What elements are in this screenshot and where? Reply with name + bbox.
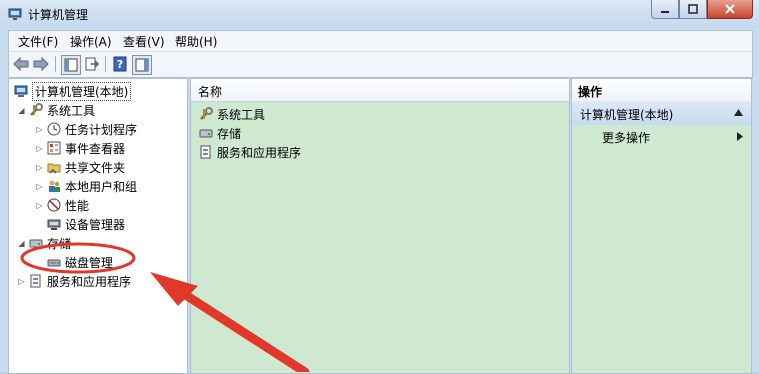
help-button[interactable]: ? bbox=[111, 55, 129, 73]
expand-arrow-icon[interactable]: ▷ bbox=[17, 277, 26, 286]
list-item-label: 服务和应用程序 bbox=[217, 145, 302, 160]
export-list-icon bbox=[85, 57, 99, 71]
list-item-services-applications[interactable]: 服务和应用程序 bbox=[198, 143, 301, 161]
disk-management-icon bbox=[46, 254, 62, 270]
forward-arrow-icon bbox=[33, 57, 49, 71]
collapse-arrow-icon[interactable]: ◢ bbox=[17, 239, 26, 248]
collapse-up-icon[interactable] bbox=[734, 109, 743, 116]
menu-action[interactable]: 操作(A) bbox=[70, 33, 112, 50]
expand-arrow-icon[interactable]: ▷ bbox=[35, 144, 44, 153]
maximize-icon bbox=[688, 4, 698, 14]
event-viewer-icon bbox=[46, 140, 62, 156]
performance-icon bbox=[46, 197, 62, 213]
minimize-icon bbox=[661, 11, 669, 13]
actions-header-label: 操作 bbox=[578, 85, 603, 99]
tree-item-label: 事件查看器 bbox=[65, 141, 126, 156]
actions-pane: 操作 计算机管理(本地) 更多操作 bbox=[571, 78, 752, 374]
clock-icon bbox=[46, 121, 62, 137]
tree-item-label: 计算机管理(本地) bbox=[32, 81, 132, 101]
tree-item-storage[interactable]: ◢ 存储 bbox=[17, 234, 71, 252]
column-header-label: 名称 bbox=[198, 85, 223, 99]
more-actions-label: 更多操作 bbox=[602, 131, 651, 145]
services-icon bbox=[198, 144, 214, 160]
maximize-button[interactable] bbox=[679, 0, 707, 19]
tree-item-root[interactable]: 计算机管理(本地) bbox=[11, 81, 132, 101]
list-item-label: 存储 bbox=[217, 126, 242, 141]
device-manager-icon bbox=[46, 216, 62, 232]
close-button[interactable] bbox=[707, 0, 753, 19]
show-hide-action-pane-button[interactable] bbox=[132, 55, 152, 75]
tree-item-system-tools[interactable]: ◢ 系统工具 bbox=[17, 101, 95, 119]
toolbar: ? bbox=[8, 51, 753, 78]
shared-folder-icon bbox=[46, 159, 62, 175]
expand-arrow-icon[interactable]: ▷ bbox=[35, 125, 44, 134]
tree-item-label: 设备管理器 bbox=[65, 217, 126, 232]
show-hide-tree-button[interactable] bbox=[61, 55, 81, 75]
expand-arrow-icon[interactable]: ▷ bbox=[35, 163, 44, 172]
forward-button[interactable] bbox=[32, 55, 50, 73]
title-bar[interactable]: 计算机管理 bbox=[0, 0, 759, 28]
close-icon bbox=[725, 4, 735, 14]
help-icon: ? bbox=[113, 56, 127, 72]
tree-item-label: 存储 bbox=[47, 236, 72, 251]
console-tree: 计算机管理(本地) ◢ 系统工具 ▷ 任务计划程序 ▷ 事件查看器 ▷ 共享文件… bbox=[8, 78, 188, 374]
tree-item-event-viewer[interactable]: ▷ 事件查看器 bbox=[35, 139, 125, 157]
tree-item-services-applications[interactable]: ▷ 服务和应用程序 bbox=[17, 272, 131, 290]
tree-item-label: 任务计划程序 bbox=[65, 122, 138, 137]
collapse-arrow-icon[interactable]: ◢ bbox=[17, 106, 26, 115]
menu-help[interactable]: 帮助(H) bbox=[175, 33, 217, 50]
tree-item-shared-folders[interactable]: ▷ 共享文件夹 bbox=[35, 158, 125, 176]
show-hide-tree-icon bbox=[64, 58, 78, 72]
tools-icon bbox=[28, 102, 44, 118]
window-title: 计算机管理 bbox=[28, 8, 89, 22]
tools-icon bbox=[198, 106, 214, 122]
tree-item-label: 系统工具 bbox=[47, 103, 96, 118]
tree-item-task-scheduler[interactable]: ▷ 任务计划程序 bbox=[35, 120, 137, 138]
list-item-label: 系统工具 bbox=[217, 107, 266, 122]
actions-section-label: 计算机管理(本地) bbox=[580, 108, 674, 122]
column-header-name[interactable]: 名称 bbox=[191, 79, 569, 102]
tree-item-label: 磁盘管理 bbox=[65, 255, 114, 270]
tree-item-device-manager[interactable]: 设备管理器 bbox=[44, 215, 125, 233]
actions-section-computer-management[interactable]: 计算机管理(本地) bbox=[572, 101, 751, 125]
actions-header: 操作 bbox=[572, 79, 751, 102]
menu-bar: 文件(F) 操作(A) 查看(V) 帮助(H) bbox=[8, 30, 753, 51]
tree-item-disk-management[interactable]: 磁盘管理 bbox=[44, 253, 113, 271]
storage-icon bbox=[28, 235, 44, 251]
computer-management-icon bbox=[13, 83, 29, 99]
list-item-storage[interactable]: 存储 bbox=[198, 124, 241, 142]
expand-arrow-icon[interactable]: ▷ bbox=[35, 201, 44, 210]
expand-arrow-icon[interactable]: ▷ bbox=[35, 182, 44, 191]
storage-icon bbox=[198, 125, 214, 141]
back-button[interactable] bbox=[12, 55, 30, 73]
svg-text:?: ? bbox=[117, 58, 123, 71]
back-arrow-icon bbox=[13, 57, 29, 71]
submenu-arrow-icon bbox=[737, 132, 743, 141]
tree-item-label: 本地用户和组 bbox=[65, 179, 138, 194]
computer-management-icon bbox=[8, 8, 22, 20]
list-item-system-tools[interactable]: 系统工具 bbox=[198, 105, 265, 123]
tree-item-performance[interactable]: ▷ 性能 bbox=[35, 196, 89, 214]
more-actions-item[interactable]: 更多操作 bbox=[572, 127, 751, 147]
minimize-button[interactable] bbox=[651, 0, 679, 19]
services-icon bbox=[28, 273, 44, 289]
menu-view[interactable]: 查看(V) bbox=[123, 33, 165, 50]
show-hide-action-pane-icon bbox=[135, 58, 149, 72]
computer-management-window: 计算机管理 文件(F) 操作(A) 查看(V) 帮助(H) ? 计算机管理(本地… bbox=[0, 0, 759, 374]
tree-item-label: 共享文件夹 bbox=[65, 160, 126, 175]
tree-item-label: 服务和应用程序 bbox=[47, 274, 132, 289]
results-pane: 名称 系统工具 存储 服务和应用程序 bbox=[190, 78, 570, 374]
tree-item-local-users-groups[interactable]: ▷ 本地用户和组 bbox=[35, 177, 137, 195]
users-icon bbox=[46, 178, 62, 194]
window-controls bbox=[651, 0, 753, 20]
export-list-button[interactable] bbox=[83, 55, 101, 73]
toolbar-separator bbox=[55, 56, 56, 72]
menu-file[interactable]: 文件(F) bbox=[18, 33, 58, 50]
tree-item-label: 性能 bbox=[65, 198, 90, 213]
toolbar-separator bbox=[105, 56, 106, 72]
